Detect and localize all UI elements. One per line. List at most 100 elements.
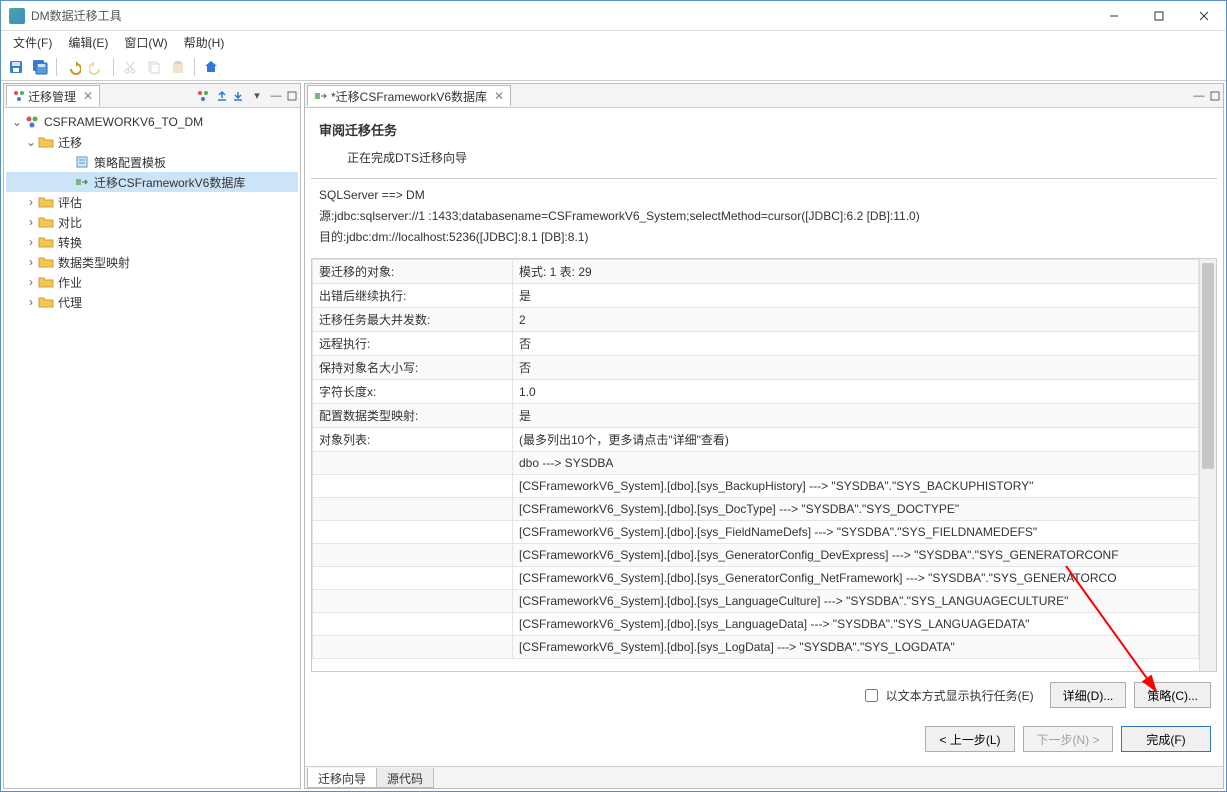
tab-wizard[interactable]: 迁移向导 [307,768,377,788]
table-row: [CSFrameworkV6_System].[dbo].[sys_DocTyp… [313,498,1199,521]
tree-colored-dots-icon [13,90,25,102]
show-text-exec-label: 以文本方式显示执行任务(E) [886,687,1034,704]
tree-job-label: 作业 [58,274,82,291]
collapse-toggle-icon[interactable]: ⌄ [10,115,24,129]
right-tab-close-icon[interactable]: ✕ [494,89,504,103]
minimize-editor-icon[interactable]: — [1191,88,1207,104]
menu-window[interactable]: 窗口(W) [116,32,175,53]
grid-value: 1.0 [513,380,1199,404]
maximize-button[interactable] [1136,1,1181,30]
menu-edit[interactable]: 编辑(E) [60,32,116,53]
tree-transform[interactable]: › 转换 [6,232,298,252]
expand-toggle-icon[interactable]: › [24,295,38,309]
menu-bar: 文件(F) 编辑(E) 窗口(W) 帮助(H) [1,31,1226,53]
grid-key [313,452,513,475]
table-row: [CSFrameworkV6_System].[dbo].[sys_Langua… [313,613,1199,636]
menu-help[interactable]: 帮助(H) [176,32,233,53]
tree-assess[interactable]: › 评估 [6,192,298,212]
editor-panel: *迁移CSFrameworkV6数据库 ✕ — 审阅迁移任务 正在完成DTS迁移… [304,83,1224,789]
folder-icon [38,194,54,210]
left-tab-label: 迁移管理 [28,88,76,105]
tab-source-code[interactable]: 源代码 [376,768,434,788]
grid-key: 迁移任务最大并发数: [313,308,513,332]
window-title: DM数据迁移工具 [31,7,1091,24]
copy-icon[interactable] [143,56,165,78]
grid-key: 远程执行: [313,332,513,356]
vertical-scrollbar[interactable] [1199,259,1216,671]
paste-icon[interactable] [167,56,189,78]
connection-info: SQLServer ==> DM 源:jdbc:sqlserver://1 :1… [305,179,1223,258]
save-all-icon[interactable] [29,56,51,78]
tree-type-mapping[interactable]: › 数据类型映射 [6,252,298,272]
table-row: [CSFrameworkV6_System].[dbo].[sys_Genera… [313,544,1199,567]
table-row: [CSFrameworkV6_System].[dbo].[sys_Genera… [313,567,1199,590]
finish-button[interactable]: 完成(F) [1121,726,1211,752]
expand-toggle-icon[interactable]: › [24,275,38,289]
title-bar: DM数据迁移工具 [1,1,1226,31]
home-icon[interactable] [200,56,222,78]
grid-key [313,613,513,636]
tab-migrate-db[interactable]: *迁移CSFrameworkV6数据库 ✕ [307,85,511,106]
grid-value: [CSFrameworkV6_System].[dbo].[sys_Genera… [513,567,1199,590]
export-icon[interactable] [230,88,246,104]
show-text-exec-checkbox[interactable] [865,689,878,702]
grid-value: 是 [513,284,1199,308]
redo-icon[interactable] [86,56,108,78]
tree-assess-label: 评估 [58,194,82,211]
tree-policy-template[interactable]: 策略配置模板 [6,152,298,172]
tab-migration-management[interactable]: 迁移管理 ✕ [6,85,100,106]
expand-toggle-icon[interactable]: › [24,255,38,269]
grid-value: 否 [513,332,1199,356]
tree-job[interactable]: › 作业 [6,272,298,292]
detail-button[interactable]: 详细(D)... [1050,682,1127,708]
tree-migrate-db[interactable]: 迁移CSFrameworkV6数据库 [6,172,298,192]
tree-agent[interactable]: › 代理 [6,292,298,312]
migration-tree[interactable]: ⌄ CSFRAMEWORKV6_TO_DM ⌄ 迁移 策略配置模板 [4,108,300,788]
info-line-target: 目的:jdbc:dm://localhost:5236([JDBC]:8.1 [… [319,227,1209,248]
table-row: 对象列表:(最多列出10个，更多请点击"详细"查看) [313,428,1199,452]
tree-compare-label: 对比 [58,214,82,231]
table-row: 远程执行:否 [313,332,1199,356]
minimize-panel-icon[interactable]: — [268,88,284,104]
folder-icon [38,214,54,230]
strategy-button[interactable]: 策略(C)... [1134,682,1211,708]
tree-migration[interactable]: ⌄ 迁移 [6,132,298,152]
grid-key [313,567,513,590]
close-button[interactable] [1181,1,1226,30]
collapse-toggle-icon[interactable]: ⌄ [24,135,38,149]
tree-agent-label: 代理 [58,294,82,311]
folder-icon [38,234,54,250]
undo-icon[interactable] [62,56,84,78]
table-row: 配置数据类型映射:是 [313,404,1199,428]
next-button[interactable]: 下一步(N) > [1023,726,1113,752]
grid-key: 字符长度x: [313,380,513,404]
right-panel-tabs: *迁移CSFrameworkV6数据库 ✕ — [305,84,1223,108]
cut-icon[interactable] [119,56,141,78]
import-icon[interactable] [214,88,230,104]
prev-button[interactable]: < 上一步(L) [925,726,1015,752]
grid-value: [CSFrameworkV6_System].[dbo].[sys_Backup… [513,475,1199,498]
minimize-button[interactable] [1091,1,1136,30]
tree-transform-label: 转换 [58,234,82,251]
expand-toggle-icon[interactable]: › [24,215,38,229]
grid-key [313,590,513,613]
view-menu-icon[interactable]: ▾ [249,88,265,104]
table-row: [CSFrameworkV6_System].[dbo].[sys_LogDat… [313,636,1199,659]
expand-toggle-icon[interactable]: › [24,195,38,209]
left-tab-close-icon[interactable]: ✕ [83,89,93,103]
info-line-direction: SQLServer ==> DM [319,185,1209,206]
grid-key [313,498,513,521]
left-panel-icon-dots[interactable] [196,89,210,103]
folder-icon [38,254,54,270]
expand-toggle-icon[interactable]: › [24,235,38,249]
grid-value: [CSFrameworkV6_System].[dbo].[sys_Langua… [513,590,1199,613]
tree-compare[interactable]: › 对比 [6,212,298,232]
folder-open-icon [38,134,54,150]
maximize-editor-icon[interactable] [1207,88,1223,104]
tree-policy-template-label: 策略配置模板 [94,154,166,171]
save-icon[interactable] [5,56,27,78]
restore-panel-icon[interactable] [284,88,300,104]
tree-root[interactable]: ⌄ CSFRAMEWORKV6_TO_DM [6,112,298,132]
menu-file[interactable]: 文件(F) [5,32,60,53]
grid-key: 要迁移的对象: [313,260,513,284]
